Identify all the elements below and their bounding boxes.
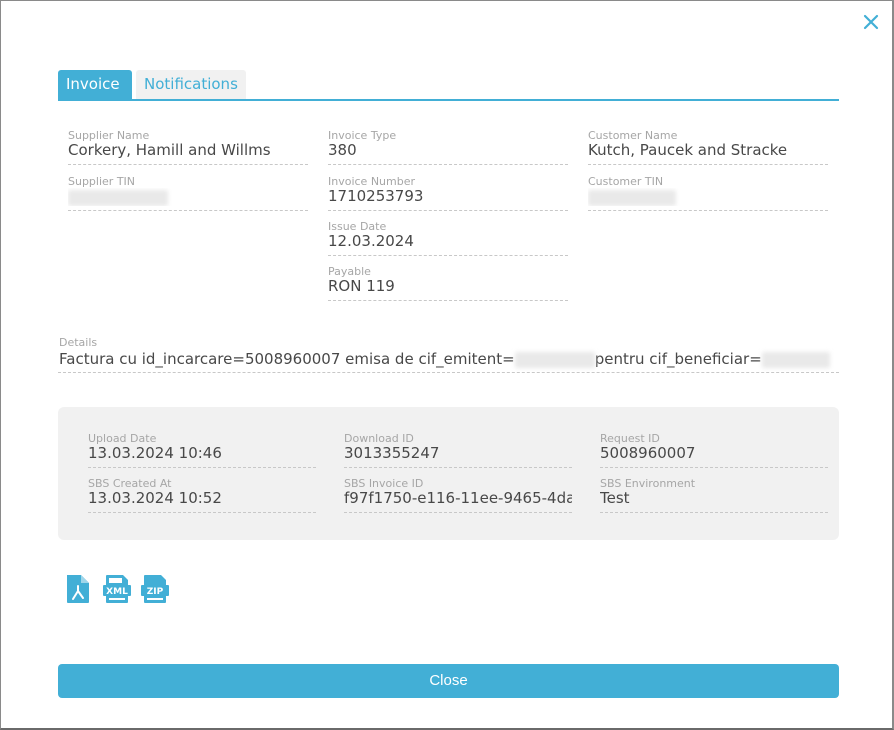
- supplier-tin-label: Supplier TIN: [68, 175, 136, 188]
- customer-name-value: Kutch, Paucek and Stracke: [588, 141, 788, 159]
- payable-value: RON 119: [328, 277, 395, 295]
- sbs-created-at-value: 13.03.2024 10:52: [88, 489, 222, 507]
- details-field: Details Factura cu id_incarcare=50089600…: [58, 336, 839, 373]
- invoice-type-value: 380: [328, 141, 357, 159]
- upload-date-field: Upload Date 13.03.2024 10:46: [88, 432, 316, 468]
- sbs-info-panel: Upload Date 13.03.2024 10:46 SBS Created…: [58, 407, 839, 540]
- redacted-value: [588, 189, 676, 206]
- tab-invoice[interactable]: Invoice: [58, 70, 132, 99]
- invoice-number-value: 1710253793: [328, 187, 424, 205]
- customer-tin-label: Customer TIN: [588, 175, 664, 188]
- upload-date-value: 13.03.2024 10:46: [88, 444, 222, 462]
- customer-name-field: Customer Name Kutch, Paucek and Stracke: [588, 129, 828, 165]
- issue-date-field: Issue Date 12.03.2024: [328, 220, 568, 256]
- invoice-type-field: Invoice Type 380: [328, 129, 568, 165]
- issue-date-value: 12.03.2024: [328, 232, 414, 250]
- sbs-invoice-id-field: SBS Invoice ID f97f1750-e116-11ee-9465-4…: [344, 477, 572, 513]
- sbs-environment-value: Test: [600, 489, 630, 507]
- details-label: Details: [59, 336, 98, 349]
- payable-field: Payable RON 119: [328, 265, 568, 301]
- invoice-modal: Invoice Notifications Supplier Name Cork…: [0, 0, 894, 730]
- request-id-value: 5008960007: [600, 444, 696, 462]
- details-text-part1: Factura cu id_incarcare=5008960007 emisa…: [59, 350, 515, 368]
- xml-file-icon[interactable]: XML: [102, 574, 131, 604]
- request-id-field: Request ID 5008960007: [600, 432, 828, 468]
- supplier-name-field: Supplier Name Corkery, Hamill and Willms: [68, 129, 308, 165]
- redacted-value: [68, 189, 168, 206]
- details-text-part2: pentru cif_beneficiar=: [594, 350, 762, 368]
- sbs-environment-field: SBS Environment Test: [600, 477, 828, 513]
- sbs-invoice-id-value: f97f1750-e116-11ee-9465-4da: [344, 489, 572, 507]
- redacted-value: [514, 351, 595, 368]
- close-button[interactable]: Close: [58, 664, 839, 698]
- tab-notifications[interactable]: Notifications: [136, 70, 246, 99]
- zip-file-icon[interactable]: ZIP: [140, 574, 169, 604]
- redacted-value: [761, 351, 830, 368]
- pdf-file-icon[interactable]: [65, 574, 93, 604]
- supplier-tin-field: Supplier TIN: [68, 175, 308, 211]
- supplier-tin-value: [68, 188, 308, 206]
- supplier-name-value: Corkery, Hamill and Willms: [68, 141, 271, 159]
- svg-text:XML: XML: [106, 587, 128, 597]
- tab-bar: Invoice Notifications: [58, 70, 839, 101]
- close-x-icon[interactable]: [862, 13, 880, 31]
- invoice-number-field: Invoice Number 1710253793: [328, 175, 568, 211]
- download-id-field: Download ID 3013355247: [344, 432, 572, 468]
- svg-text:ZIP: ZIP: [147, 587, 164, 597]
- download-id-value: 3013355247: [344, 444, 440, 462]
- details-value: Factura cu id_incarcare=5008960007 emisa…: [59, 350, 830, 368]
- customer-tin-value: [588, 188, 828, 206]
- customer-tin-field: Customer TIN: [588, 175, 828, 211]
- sbs-created-at-field: SBS Created At 13.03.2024 10:52: [88, 477, 316, 513]
